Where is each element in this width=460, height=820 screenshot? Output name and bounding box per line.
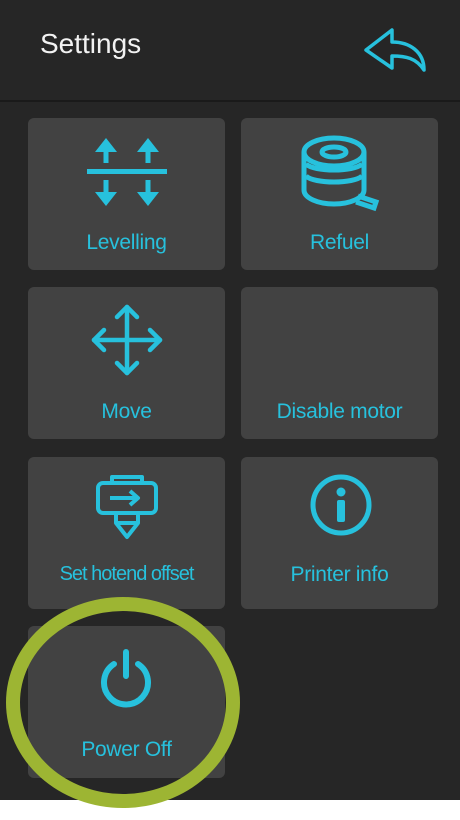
back-button[interactable] (358, 24, 430, 76)
info-icon (310, 474, 372, 536)
levelling-label: Levelling (86, 231, 167, 254)
hotend-icon (96, 475, 158, 539)
header-bar: Settings (0, 0, 460, 102)
back-arrow-icon (364, 28, 426, 72)
refuel-button[interactable]: Refuel (241, 118, 438, 270)
power-icon (101, 649, 151, 708)
printer-info-label: Printer info (290, 563, 389, 586)
page-title: Settings (40, 28, 142, 59)
move-label: Move (101, 400, 152, 423)
move-arrows-icon (91, 304, 163, 376)
disable-motor-label: Disable motor (276, 400, 403, 423)
settings-screen: Settings Levelling Refuel Move Disable m… (0, 0, 460, 800)
power-off-label: Power Off (81, 738, 172, 761)
set-hotend-offset-label: Set hotend offset (59, 563, 195, 585)
disable-motor-button[interactable]: Disable motor (241, 287, 438, 439)
set-hotend-offset-button[interactable]: Set hotend offset (28, 457, 225, 609)
levelling-arrows-icon (87, 138, 167, 206)
filament-spool-icon (301, 135, 380, 212)
printer-info-button[interactable]: Printer info (241, 457, 438, 609)
move-button[interactable]: Move (28, 287, 225, 439)
levelling-button[interactable]: Levelling (28, 118, 225, 270)
power-off-button[interactable]: Power Off (28, 626, 225, 778)
refuel-label: Refuel (310, 231, 369, 254)
